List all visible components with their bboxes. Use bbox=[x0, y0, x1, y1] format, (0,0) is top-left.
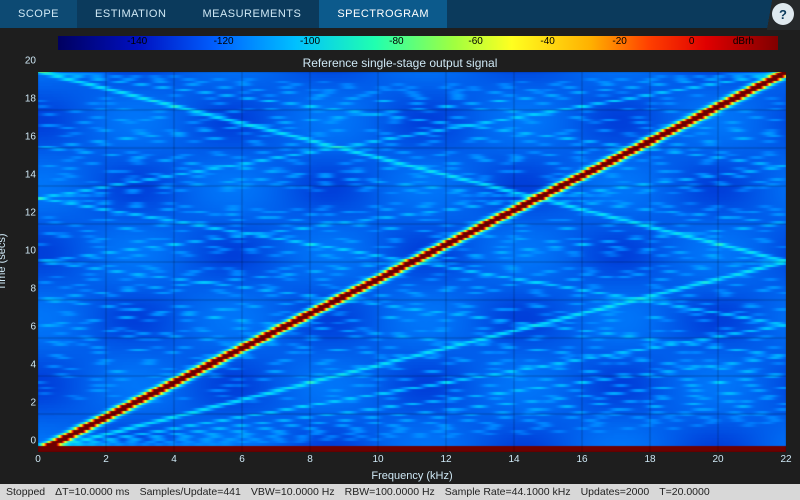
colorbar-tick: -40 bbox=[540, 36, 554, 47]
colorbar-tick: -100 bbox=[300, 36, 320, 47]
status-spu: Samples/Update=441 bbox=[140, 486, 241, 498]
spectrogram-canvas[interactable] bbox=[38, 72, 786, 452]
tab-scope[interactable]: SCOPE bbox=[0, 0, 77, 28]
x-tick: 20 bbox=[712, 454, 723, 465]
status-bar: Stopped ΔT=10.0000 ms Samples/Update=441… bbox=[0, 484, 800, 500]
x-tick: 4 bbox=[171, 454, 177, 465]
x-tick: 10 bbox=[372, 454, 383, 465]
status-rbw: RBW=100.0000 Hz bbox=[345, 486, 435, 498]
y-tick: 14 bbox=[25, 169, 36, 180]
y-tick: 16 bbox=[25, 131, 36, 142]
x-tick: 12 bbox=[440, 454, 451, 465]
colorbar-tick: -80 bbox=[389, 36, 403, 47]
y-tick: 12 bbox=[25, 207, 36, 218]
y-tick: 6 bbox=[30, 321, 36, 332]
y-tick: 20 bbox=[25, 55, 36, 66]
colorbar-tick: -140 bbox=[127, 36, 147, 47]
x-axis: Frequency (kHz) 0246810121416182022 bbox=[38, 452, 786, 482]
spectrum-analyzer-window: SCOPE ESTIMATION MEASUREMENTS SPECTROGRA… bbox=[0, 0, 800, 500]
x-tick: 14 bbox=[508, 454, 519, 465]
y-tick: 10 bbox=[25, 245, 36, 256]
help-button[interactable]: ? bbox=[772, 3, 794, 25]
status-t: T=20.0000 bbox=[659, 486, 710, 498]
x-tick: 18 bbox=[644, 454, 655, 465]
status-dt: ΔT=10.0000 ms bbox=[55, 486, 129, 498]
colorbar-tick: -60 bbox=[468, 36, 482, 47]
y-tick: 4 bbox=[30, 359, 36, 370]
colorbar-gradient: dBrh -140 -120 -100 -80 -60 -40 -20 0 bbox=[58, 36, 778, 50]
colorbar-tick: -20 bbox=[612, 36, 626, 47]
colorbar-tick: -120 bbox=[214, 36, 234, 47]
colorbar: dBrh -140 -120 -100 -80 -60 -40 -20 0 bbox=[58, 34, 778, 52]
spectrogram-canvas-wrap[interactable] bbox=[38, 72, 786, 452]
status-vbw: VBW=10.0000 Hz bbox=[251, 486, 335, 498]
y-axis-ticks: 02468101214161820 bbox=[16, 72, 36, 452]
plot-area: dBrh -140 -120 -100 -80 -60 -40 -20 0 Reference… bbox=[0, 28, 800, 484]
y-tick: 0 bbox=[30, 435, 36, 446]
x-tick: 16 bbox=[576, 454, 587, 465]
x-axis-label: Frequency (kHz) bbox=[371, 470, 452, 482]
y-tick: 18 bbox=[25, 93, 36, 104]
x-tick: 0 bbox=[35, 454, 41, 465]
x-tick: 8 bbox=[307, 454, 313, 465]
tab-spectrogram[interactable]: SPECTROGRAM bbox=[319, 0, 447, 28]
y-axis: Time (secs) 02468101214161820 bbox=[14, 72, 38, 452]
status-updates: Updates=2000 bbox=[581, 486, 650, 498]
x-tick: 2 bbox=[103, 454, 109, 465]
colorbar-tick: 0 bbox=[689, 36, 695, 47]
status-state: Stopped bbox=[6, 486, 45, 498]
y-tick: 8 bbox=[30, 283, 36, 294]
y-axis-label: Time (secs) bbox=[0, 233, 8, 290]
x-tick: 22 bbox=[780, 454, 791, 465]
tab-estimation[interactable]: ESTIMATION bbox=[77, 0, 184, 28]
tab-measurements[interactable]: MEASUREMENTS bbox=[184, 0, 319, 28]
colorbar-unit: dBrh bbox=[733, 36, 754, 47]
status-rate: Sample Rate=44.1000 kHz bbox=[445, 486, 571, 498]
tab-bar: SCOPE ESTIMATION MEASUREMENTS SPECTROGRA… bbox=[0, 0, 800, 28]
x-tick: 6 bbox=[239, 454, 245, 465]
y-tick: 2 bbox=[30, 397, 36, 408]
plot-title: Reference single-stage output signal bbox=[14, 56, 786, 70]
axes: Time (secs) 02468101214161820 bbox=[14, 72, 786, 452]
